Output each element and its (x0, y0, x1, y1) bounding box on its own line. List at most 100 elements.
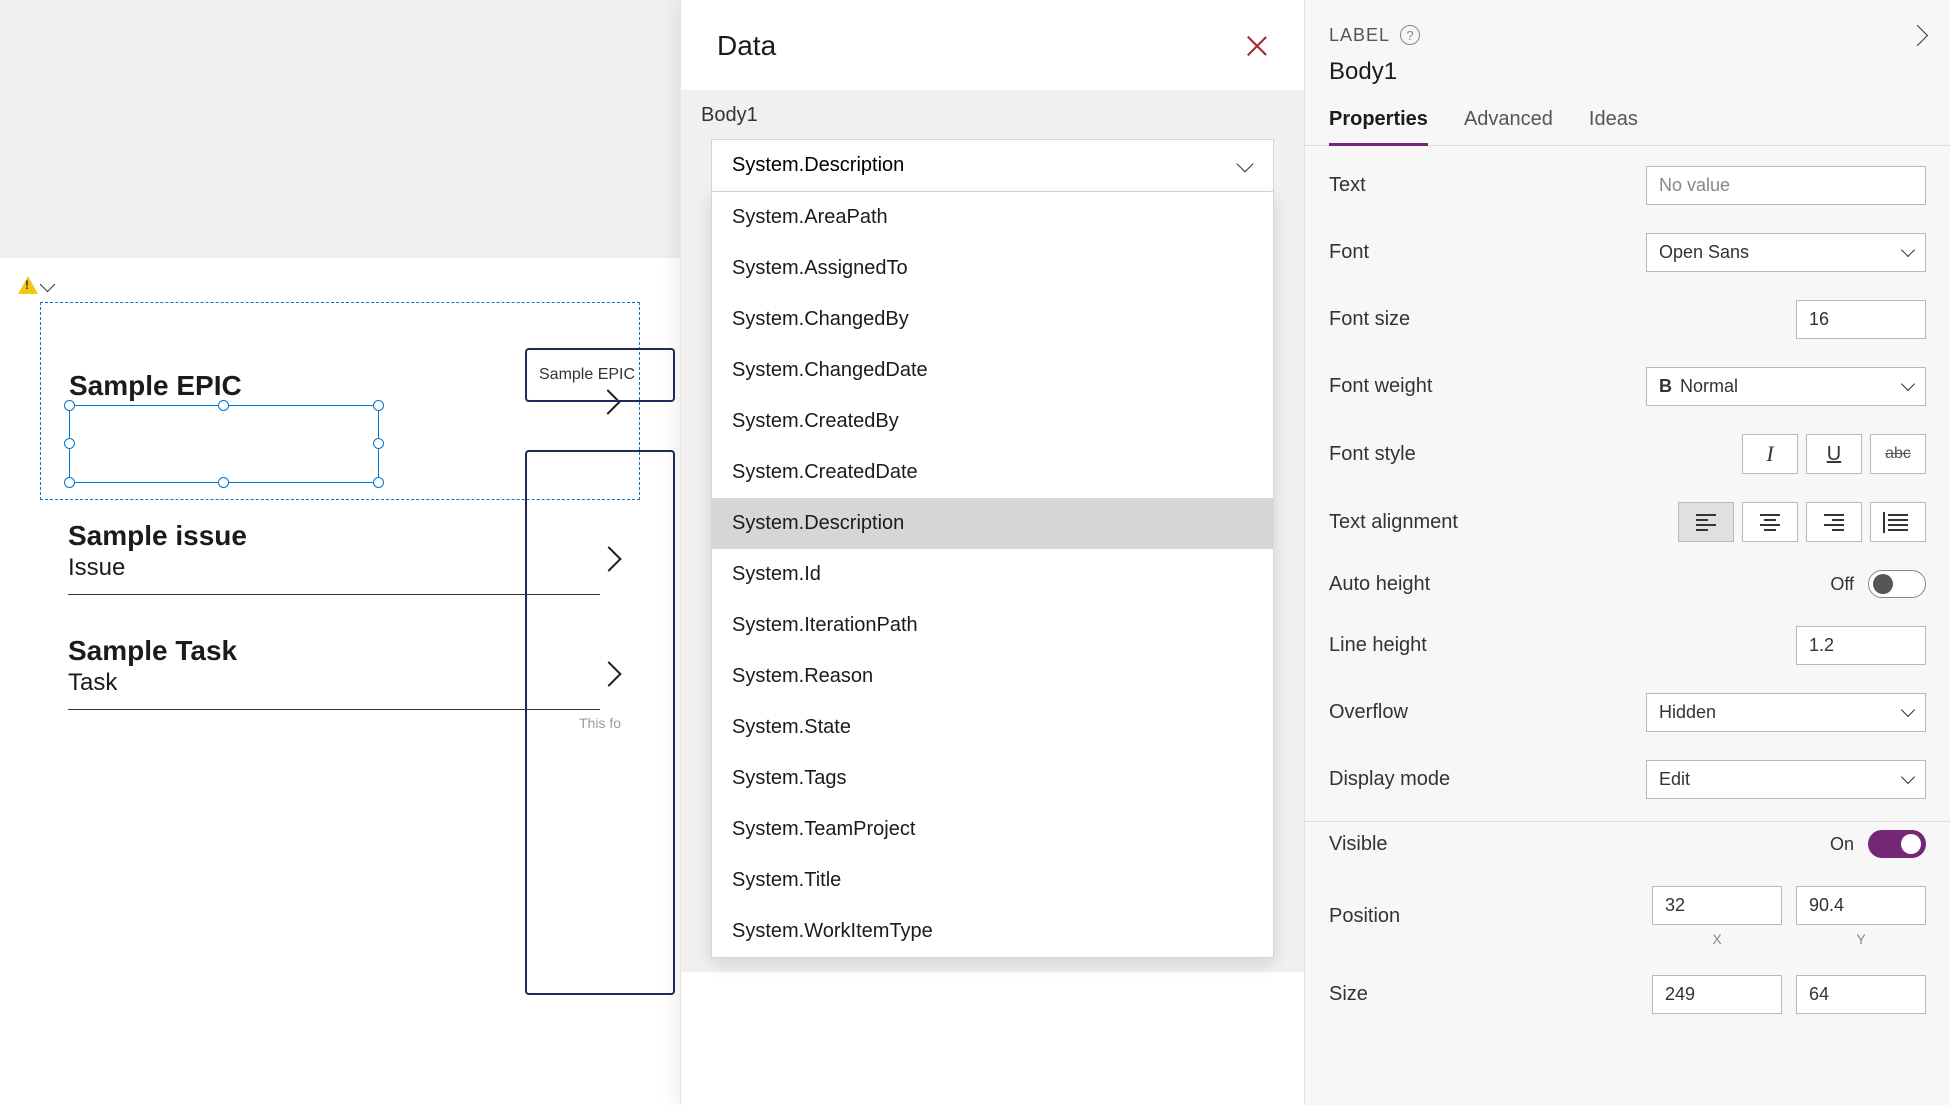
preview-card-body[interactable]: This fo (525, 450, 675, 995)
underline-button[interactable]: U (1806, 434, 1862, 474)
field-option[interactable]: System.ChangedDate (712, 345, 1273, 396)
size-height-input[interactable]: 64 (1796, 975, 1926, 1014)
font-weight-select[interactable]: BNormal (1646, 367, 1926, 406)
field-option[interactable]: System.TeamProject (712, 804, 1273, 855)
gallery-item-title: Sample issue (68, 520, 600, 552)
field-option[interactable]: System.AssignedTo (712, 243, 1273, 294)
field-option[interactable]: System.CreatedBy (712, 396, 1273, 447)
data-panel-control-name: Body1 (701, 104, 1284, 127)
canvas-header-area (0, 0, 680, 258)
align-left-button[interactable] (1678, 502, 1734, 542)
overflow-select[interactable]: Hidden (1646, 693, 1926, 732)
separator (68, 594, 600, 595)
chevron-down-icon[interactable] (42, 281, 54, 289)
prop-label-size: Size (1329, 983, 1368, 1006)
property-tabs: Properties Advanced Ideas (1305, 98, 1950, 146)
prop-label-font-style: Font style (1329, 443, 1416, 466)
resize-handle[interactable] (218, 477, 229, 488)
align-justify-button[interactable] (1870, 502, 1926, 542)
warning-icon (18, 276, 38, 294)
visible-state: On (1830, 834, 1854, 855)
field-option[interactable]: System.IterationPath (712, 600, 1273, 651)
resize-handle[interactable] (373, 438, 384, 449)
size-width-value: 249 (1665, 984, 1695, 1004)
data-panel: Data Body1 System.Description System.Are… (680, 0, 1304, 1105)
auto-height-toggle[interactable] (1868, 570, 1926, 598)
field-dropdown-list[interactable]: System.AreaPathSystem.AssignedToSystem.C… (711, 192, 1274, 958)
gallery-item-title: Sample Task (68, 635, 600, 667)
preview-card-title-text: Sample EPIC (539, 366, 635, 384)
visible-toggle[interactable] (1868, 830, 1926, 858)
tab-ideas[interactable]: Ideas (1589, 98, 1638, 145)
chevron-down-icon (1903, 382, 1913, 392)
font-size-value: 16 (1809, 309, 1829, 329)
position-y-label: Y (1856, 931, 1865, 947)
field-option[interactable]: System.Tags (712, 753, 1273, 804)
data-panel-title: Data (717, 30, 776, 62)
selected-body-control[interactable] (69, 405, 379, 483)
chevron-down-icon (1903, 775, 1913, 785)
text-input[interactable]: No value (1646, 166, 1926, 205)
field-option[interactable]: System.WorkItemType (712, 906, 1273, 957)
chevron-down-icon (1903, 248, 1913, 258)
resize-handle[interactable] (64, 438, 75, 449)
resize-handle[interactable] (373, 400, 384, 411)
resize-handle[interactable] (64, 400, 75, 411)
field-dropdown-value: System.Description (732, 154, 904, 177)
resize-handle[interactable] (373, 477, 384, 488)
line-height-input[interactable]: 1.2 (1796, 626, 1926, 665)
text-input-placeholder: No value (1659, 175, 1730, 195)
tab-advanced[interactable]: Advanced (1464, 98, 1553, 145)
field-option[interactable]: System.Title (712, 855, 1273, 906)
position-x-input[interactable]: 32 (1652, 886, 1782, 925)
align-right-button[interactable] (1806, 502, 1862, 542)
field-dropdown[interactable]: System.Description (711, 139, 1274, 192)
close-icon[interactable] (1246, 35, 1268, 57)
prop-label-visible: Visible (1329, 833, 1388, 856)
help-icon[interactable]: ? (1400, 25, 1420, 45)
gallery-item-title: Sample EPIC (69, 370, 599, 402)
line-height-value: 1.2 (1809, 635, 1834, 655)
prop-label-font-size: Font size (1329, 308, 1410, 331)
control-type-label: LABEL (1329, 25, 1390, 46)
prop-label-display-mode: Display mode (1329, 768, 1450, 791)
prop-label-line-height: Line height (1329, 634, 1427, 657)
chevron-down-icon (1903, 708, 1913, 718)
resize-handle[interactable] (64, 477, 75, 488)
prop-label-auto-height: Auto height (1329, 573, 1430, 596)
field-option[interactable]: System.ChangedBy (712, 294, 1273, 345)
gallery-item-subtitle: Issue (68, 554, 600, 582)
display-mode-select[interactable]: Edit (1646, 760, 1926, 799)
align-center-button[interactable] (1742, 502, 1798, 542)
prop-label-overflow: Overflow (1329, 701, 1408, 724)
preview-column: Sample EPIC This fo (525, 348, 675, 1043)
properties-panel: LABEL ? Body1 Properties Advanced Ideas … (1304, 0, 1950, 1105)
font-size-input[interactable]: 16 (1796, 300, 1926, 339)
resize-handle[interactable] (218, 400, 229, 411)
font-select[interactable]: Open Sans (1646, 233, 1926, 272)
display-mode-value: Edit (1659, 769, 1690, 790)
field-option[interactable]: System.Id (712, 549, 1273, 600)
field-option[interactable]: System.Reason (712, 651, 1273, 702)
prop-label-text: Text (1329, 174, 1366, 197)
field-option[interactable]: System.State (712, 702, 1273, 753)
field-option[interactable]: System.AreaPath (712, 192, 1273, 243)
chevron-down-icon (1239, 161, 1253, 171)
field-option[interactable]: System.Description (712, 498, 1273, 549)
separator (68, 709, 600, 710)
tab-properties[interactable]: Properties (1329, 98, 1428, 145)
position-x-label: X (1712, 931, 1721, 947)
size-width-input[interactable]: 249 (1652, 975, 1782, 1014)
field-option[interactable]: System.CreatedDate (712, 447, 1273, 498)
chevron-right-icon[interactable] (1914, 24, 1926, 46)
preview-card-title[interactable]: Sample EPIC (525, 348, 675, 402)
prop-label-text-align: Text alignment (1329, 511, 1458, 534)
position-y-input[interactable]: 90.4 (1796, 886, 1926, 925)
font-weight-value: Normal (1680, 376, 1738, 396)
strikethrough-button[interactable]: abc (1870, 434, 1926, 474)
gallery-item-subtitle: Task (68, 669, 600, 697)
data-panel-control-section: Body1 System.Description System.AreaPath… (681, 90, 1304, 972)
italic-button[interactable]: I (1742, 434, 1798, 474)
auto-height-state: Off (1830, 574, 1854, 595)
control-name: Body1 (1305, 52, 1950, 98)
